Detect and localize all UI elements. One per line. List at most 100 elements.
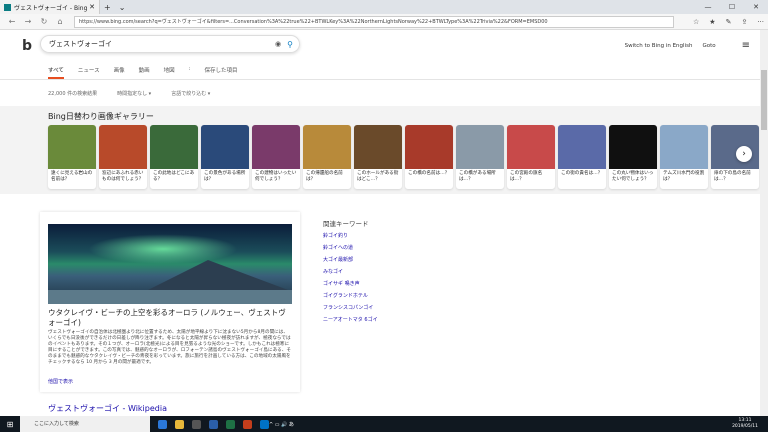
windows-start-icon[interactable]: ⊞ [0, 420, 20, 429]
taskbar-clock[interactable]: 13:11 2019/05/11 [732, 418, 758, 430]
more-icon[interactable]: ··· [757, 18, 764, 26]
taskbar: ⊞ ここに入力して検索 ^ ▭ 🔊 あ 13:11 2019/05/11 [0, 416, 768, 432]
aurora-image[interactable] [48, 224, 292, 304]
gallery-card-caption: この建物はいったい何でしょう？ [255, 171, 297, 182]
gallery-card[interactable]: 扉の下の島の名前は…？ [711, 125, 759, 189]
related-item[interactable]: 鈴ゴイへの道 [323, 244, 463, 251]
pen-icon[interactable]: ✎ [726, 18, 732, 26]
wikipedia-result-link[interactable]: ヴェストヴォーゴイ - Wikipedia [48, 403, 167, 414]
edge-icon[interactable] [158, 419, 167, 429]
scope-tabs: すべて ニュース 画像 動画 地図 : 保存した項目 [48, 66, 238, 79]
language-filter[interactable]: 言語で絞り込む ▾ [171, 90, 210, 97]
gallery-title: Bing日替わり画像ギャラリー [48, 112, 154, 121]
folder-icon[interactable] [175, 419, 184, 429]
outlook-icon[interactable] [260, 419, 269, 429]
back-icon[interactable]: ← [4, 17, 20, 26]
gallery-card[interactable]: テムズ川水門の役割は？ [660, 125, 708, 189]
gallery-card[interactable]: この橋の名前は…？ [405, 125, 453, 189]
home-icon[interactable]: ⌂ [52, 17, 68, 26]
scope-news[interactable]: ニュース [78, 66, 100, 79]
word-icon[interactable] [209, 419, 218, 429]
gallery-card-image [711, 125, 759, 169]
gallery-card-image [609, 125, 657, 169]
related-item[interactable]: ニーアオートマタ 6ゴイ [323, 316, 463, 323]
feature-more-link[interactable]: 他国で表示 [48, 378, 73, 385]
forward-icon[interactable]: → [20, 17, 36, 26]
scope-images[interactable]: 画像 [114, 66, 125, 79]
gallery-card[interactable]: この此地はどこにある？ [150, 125, 198, 189]
related-item[interactable]: フランシスコパンゴイ [323, 304, 463, 311]
gallery-card-caption: 遠くに見える岩山の名前は？ [51, 171, 93, 182]
bing-favicon-icon [4, 3, 11, 11]
gallery-card-caption: この景色がある場所は？ [204, 171, 246, 182]
beach-shape [48, 290, 292, 304]
gallery-card-caption: この街の貴名は…？ [561, 171, 603, 176]
close-tab-icon[interactable]: ✕ [89, 3, 95, 11]
related-item[interactable]: ゴイグランドホテル [323, 292, 463, 299]
taskbar-apps [158, 419, 269, 429]
related-item[interactable]: 鈴ゴイ釣り [323, 232, 463, 239]
hamburger-menu-icon[interactable]: ≡ [742, 40, 750, 51]
gallery-card-caption: この丸い物体はいったい何でしょう？ [612, 171, 654, 182]
minimize-button[interactable]: — [696, 3, 720, 11]
switch-language-link[interactable]: Switch to Bing in English [625, 43, 693, 49]
related-item[interactable]: ゴイサギ 鳴き声 [323, 280, 463, 287]
gallery-cards: 遠くに見える岩山の名前は？ 窓辺にあふれる赤いものは何でしょう？ この此地はどこにあ… [48, 125, 759, 189]
maximize-button[interactable]: ☐ [720, 3, 744, 11]
search-icon[interactable]: ⚲ [287, 40, 293, 49]
gallery-card[interactable]: この橋がある場所は…？ [456, 125, 504, 189]
gallery-card[interactable]: 遠くに見える岩山の名前は？ [48, 125, 96, 189]
bing-logo-icon[interactable]: b [22, 38, 32, 54]
gallery-card-image [48, 125, 96, 169]
scope-more[interactable]: : [189, 66, 191, 79]
gallery-card[interactable]: この宮殿の旗名は…？ [507, 125, 555, 189]
feature-title[interactable]: ウタクレイヴ・ビーチの上空を彩るオーロラ (ノルウェー、ヴェストヴォーゴイ) [48, 308, 292, 328]
gallery-card[interactable]: この帰還船の名前は？ [303, 125, 351, 189]
gallery-card[interactable]: この街の貴名は…？ [558, 125, 606, 189]
scroll-thumb[interactable] [761, 70, 767, 130]
related-item[interactable]: みなゴイ [323, 268, 463, 275]
scope-all[interactable]: すべて [48, 66, 64, 79]
share-icon[interactable]: ⇪ [741, 18, 747, 26]
gallery-card[interactable]: このホールがある街はどこ…？ [354, 125, 402, 189]
related-item[interactable]: 大ゴイ最新部 [323, 256, 463, 263]
url-field[interactable]: https://www.bing.com/search?q=ヴェストヴォーゴイ&… [74, 15, 674, 28]
gallery-card[interactable]: この景色がある場所は？ [201, 125, 249, 189]
gallery-card[interactable]: 窓辺にあふれる赤いものは何でしょう？ [99, 125, 147, 189]
gallery-card[interactable]: この建物はいったい何でしょう？ [252, 125, 300, 189]
excel-icon[interactable] [226, 419, 235, 429]
close-window-button[interactable]: ✕ [744, 3, 768, 11]
result-count: 22,000 件の検索結果 [48, 91, 98, 97]
favorites-icon[interactable]: ★ [709, 18, 715, 26]
favorite-star-icon[interactable]: ☆ [693, 18, 699, 26]
related-title: 関連キーワード [323, 220, 369, 228]
new-tab-button[interactable]: + [100, 3, 115, 12]
next-arrow-icon[interactable]: › [736, 146, 752, 162]
gallery-card-image [99, 125, 147, 169]
related-keywords: 関連キーワード 鈴ゴイ釣り鈴ゴイへの道 大ゴイ最新部 みなゴイゴイサギ 鳴き声 ゴイグ… [323, 218, 463, 328]
search-input[interactable]: ヴェストヴォーゴイ [49, 39, 112, 49]
gallery-card-caption: このホールがある街はどこ…？ [357, 171, 399, 182]
tray-icons[interactable]: ^ ▭ 🔊 あ [269, 421, 294, 428]
gallery-card[interactable]: この丸い物体はいったい何でしょう？ [609, 125, 657, 189]
camera-icon[interactable]: ◉ [275, 40, 281, 48]
refresh-icon[interactable]: ↻ [36, 17, 52, 26]
taskbar-search[interactable]: ここに入力して検索 [20, 416, 150, 432]
title-bar: ヴェストヴォーゴイ - Bing ✕ + ⌄ — ☐ ✕ [0, 0, 768, 14]
tab-list-icon[interactable]: ⌄ [115, 3, 130, 12]
powerpoint-icon[interactable] [243, 419, 252, 429]
gallery-card-image [456, 125, 504, 169]
bing-header: b ヴェストヴォーゴイ ◉ ⚲ Switch to Bing in Englis… [0, 30, 760, 80]
scope-saved[interactable]: 保存した項目 [205, 66, 238, 79]
search-box[interactable]: ヴェストヴォーゴイ ◉ ⚲ [40, 35, 300, 53]
user-name[interactable]: Goto [702, 43, 715, 49]
browser-tab[interactable]: ヴェストヴォーゴイ - Bing ✕ [0, 0, 100, 14]
scope-videos[interactable]: 動画 [139, 66, 150, 79]
scope-maps[interactable]: 地図 [164, 66, 175, 79]
gallery-card-caption: テムズ川水門の役割は？ [663, 171, 705, 182]
feature-card: ウタクレイヴ・ビーチの上空を彩るオーロラ (ノルウェー、ヴェストヴォーゴイ) ヴ… [40, 212, 300, 392]
scrollbar[interactable] [760, 30, 768, 416]
store-icon[interactable] [192, 419, 201, 429]
date-filter[interactable]: 時間指定なし ▾ [117, 90, 151, 97]
clock-date: 2019/05/11 [732, 424, 758, 429]
